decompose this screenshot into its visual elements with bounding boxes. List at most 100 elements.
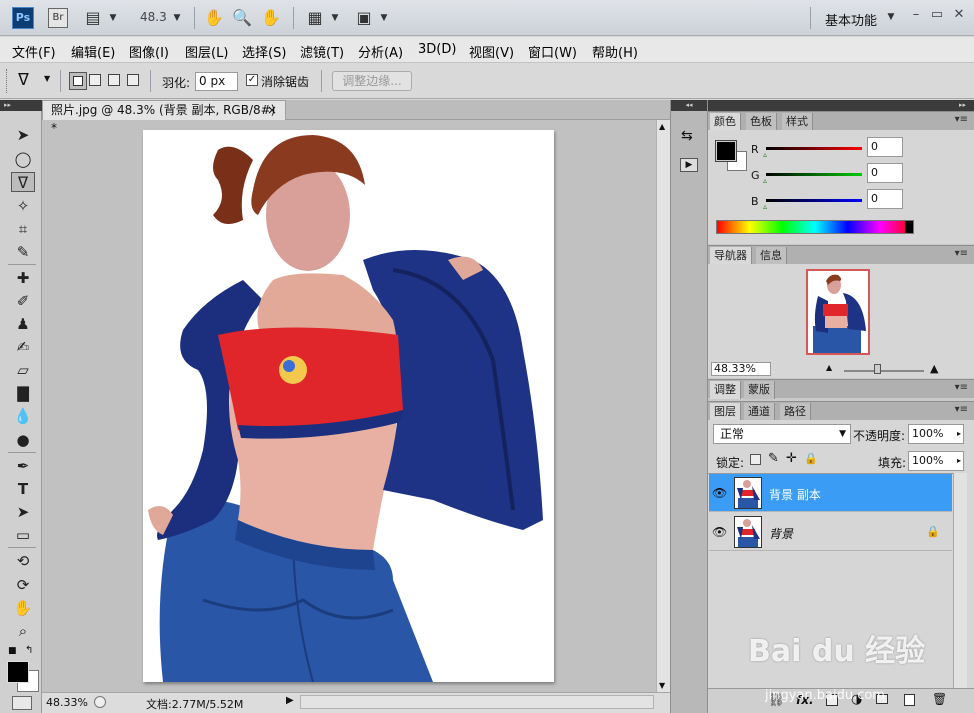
default-colors-icon[interactable]: ■ [8,646,17,656]
zoom-tool-icon[interactable]: ⌕ [11,621,35,641]
close-icon[interactable]: ✕ [951,7,967,23]
antialias-checkbox[interactable]: ✓ [246,74,258,86]
chevron-down-icon[interactable]: ▼ [324,8,346,28]
tab-color[interactable]: 颜色 [710,113,741,131]
trash-icon[interactable]: 🗑 [932,692,947,706]
workspace-switcher[interactable]: 基本功能 [825,10,877,29]
move-tool-icon[interactable]: ➤ [11,125,35,145]
menu-view[interactable]: 视图(V) [469,42,514,61]
navigator-zoom-input[interactable]: 48.33% [711,362,771,376]
history-brush-icon[interactable]: ✍ [11,337,35,357]
dock-header[interactable]: ◂◂ [671,100,707,111]
brush-icon[interactable]: ✐ [11,291,35,311]
toolbox-header[interactable]: ▸▸ [0,100,42,111]
tab-channels[interactable]: 通道 [744,403,775,421]
slider-handle-icon[interactable]: ▵ [763,176,767,185]
pen-icon[interactable]: ✒ [11,456,35,476]
crop-icon[interactable]: ⌗ [11,219,35,239]
navigator-thumbnail[interactable] [806,269,870,355]
chevron-down-icon[interactable]: ▼ [373,8,395,28]
hand-icon[interactable]: ✋ [203,8,225,28]
add-to-selection-icon[interactable] [89,74,101,86]
path-selection-icon[interactable]: ➤ [11,502,35,522]
tab-styles[interactable]: 样式 [782,113,813,131]
panel-menu-icon[interactable]: ▾≡ [955,114,968,125]
tab-adjustments[interactable]: 调整 [710,381,741,399]
menu-edit[interactable]: 编辑(E) [71,42,115,61]
refine-edge-button[interactable]: 调整边缘... [332,71,412,91]
arrange-documents-icon[interactable]: ▦ [304,8,326,28]
spot-healing-icon[interactable]: ✚ [11,268,35,288]
new-layer-icon[interactable] [904,694,915,706]
rotate-view-icon[interactable]: ✋ [260,8,282,28]
menu-window[interactable]: 窗口(W) [528,42,577,61]
vertical-scrollbar[interactable]: ▲ ▼ [656,120,670,692]
panel-menu-icon[interactable]: ▾≡ [955,248,968,259]
lock-transparency-icon[interactable] [750,454,761,465]
panel-menu-icon[interactable]: ▾≡ [955,382,968,393]
chevron-down-icon[interactable]: ▼ [880,7,902,27]
chevron-down-icon[interactable]: ▼ [166,8,188,28]
menu-3d[interactable]: 3D(D) [418,42,456,57]
menu-analysis[interactable]: 分析(A) [358,42,403,61]
zoom-in-icon[interactable]: ▲ [930,362,938,375]
layer-row-background[interactable]: 👁 背景 🔒 [709,513,952,551]
lock-all-icon[interactable]: 🔒 [804,452,818,465]
close-icon[interactable]: × [267,101,277,119]
tab-layers[interactable]: 图层 [710,403,741,421]
gradient-icon[interactable]: ▇ [11,383,35,403]
tab-navigator[interactable]: 导航器 [710,247,752,265]
eyedropper-icon[interactable]: ✎ [11,242,35,262]
hand-tool-icon[interactable]: ✋ [11,598,35,618]
status-zoom-field[interactable]: 48.33% [46,696,88,709]
minimize-icon[interactable]: – [908,7,924,23]
zoom-out-icon[interactable]: ▲ [826,363,832,372]
magic-wand-icon[interactable]: ✧ [11,196,35,216]
tab-paths[interactable]: 路径 [780,403,811,421]
screen-mode-icon[interactable]: ▣ [353,8,375,28]
layer-row-background-copy[interactable]: 👁 背景 副本 [709,474,952,512]
dodge-icon[interactable]: ● [11,430,35,450]
image-canvas[interactable] [143,130,554,682]
mini-bridge-icon[interactable]: ▤ [82,8,104,28]
elliptical-marquee-icon[interactable]: ◯ [11,149,35,169]
chevron-down-icon[interactable]: ▼ [44,74,50,83]
foreground-color-swatch[interactable] [7,661,29,683]
chevron-right-icon[interactable]: ▸ [957,452,961,470]
3d-orbit-icon[interactable]: ⟳ [11,575,35,595]
menu-file[interactable]: 文件(F) [12,42,56,61]
swap-colors-icon[interactable]: ↰ [25,645,33,656]
slider-handle-icon[interactable] [874,364,881,374]
menu-help[interactable]: 帮助(H) [592,42,638,61]
menu-layer[interactable]: 图层(L) [185,42,228,61]
tab-swatches[interactable]: 色板 [746,113,777,131]
type-icon[interactable]: T [11,479,35,499]
polygonal-lasso-tool-icon[interactable]: ᐁ [11,172,35,192]
red-value-input[interactable]: 0 [867,137,903,157]
green-value-input[interactable]: 0 [867,163,903,183]
slider-handle-icon[interactable]: ▵ [763,150,767,159]
blur-icon[interactable]: 💧 [11,406,35,426]
chevron-right-icon[interactable]: ▸ [957,425,961,443]
color-spectrum-bar[interactable] [716,220,914,234]
zoom-level-dropdown[interactable]: 48.3 [140,10,167,24]
blue-slider[interactable] [766,199,862,202]
navigator-zoom-slider[interactable] [844,370,924,372]
3d-rotate-icon[interactable]: ⟲ [11,551,35,571]
feather-input[interactable]: 0 px [195,72,238,91]
actions-panel-icon[interactable]: ▶ [680,158,698,172]
menu-select[interactable]: 选择(S) [242,42,286,61]
blue-value-input[interactable]: 0 [867,189,903,209]
horizontal-scrollbar[interactable] [300,695,654,709]
menu-filter[interactable]: 滤镜(T) [300,42,344,61]
fill-input[interactable]: 100% ▸ [908,451,964,471]
status-info-icon[interactable] [94,696,106,708]
tab-info[interactable]: 信息 [756,247,787,265]
slider-handle-icon[interactable]: ▵ [763,202,767,211]
zoom-icon[interactable]: 🔍 [231,8,253,28]
lock-position-icon[interactable]: ✛ [786,451,797,466]
maximize-icon[interactable]: ▭ [929,7,945,23]
blend-mode-select[interactable]: 正常 ▼ [713,424,851,444]
quick-mask-icon[interactable] [12,696,32,710]
visibility-eye-icon[interactable]: 👁 [712,486,727,500]
